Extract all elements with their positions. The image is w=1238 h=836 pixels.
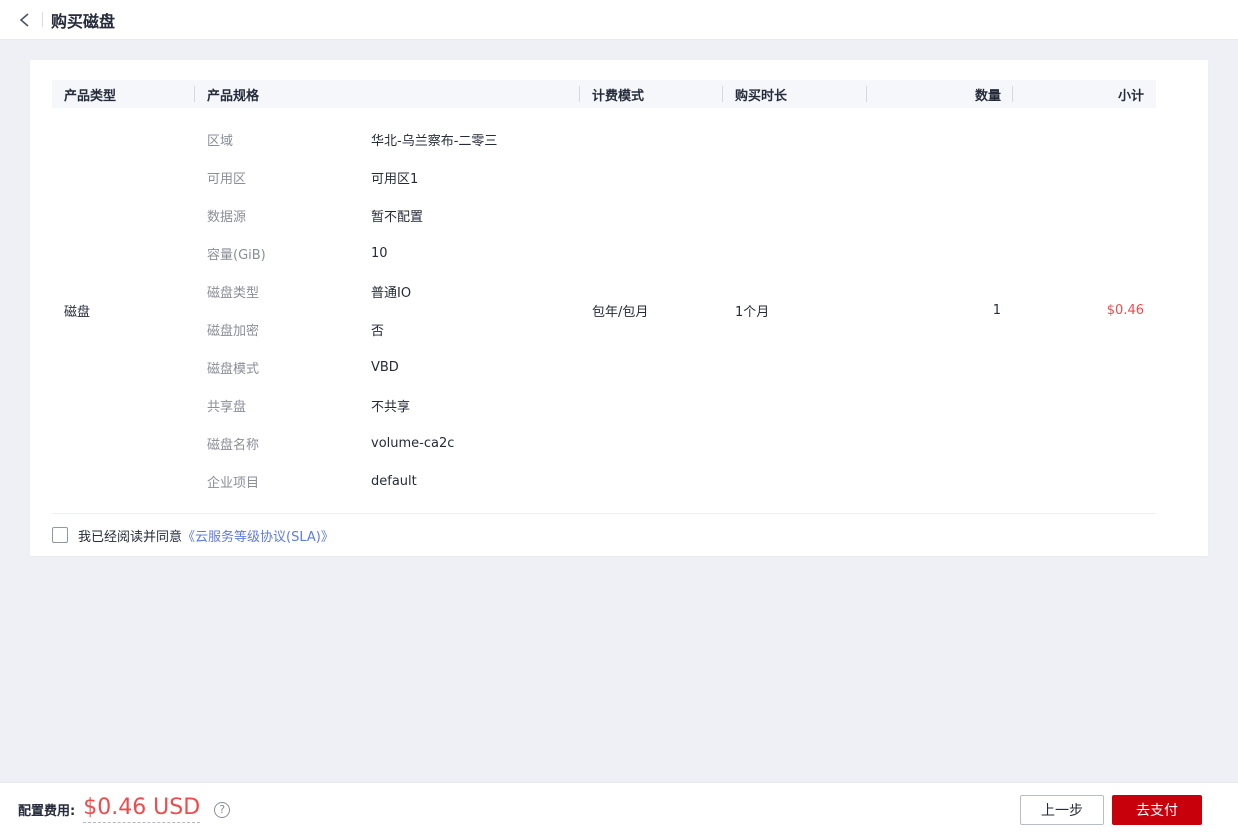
- previous-step-button[interactable]: 上一步: [1020, 794, 1104, 825]
- spec-label: 磁盘加密: [207, 323, 260, 339]
- config-cost-label: 配置费用:: [18, 804, 76, 819]
- back-icon[interactable]: [14, 9, 36, 31]
- help-question-icon[interactable]: ?: [214, 801, 231, 818]
- spec-row-encryption: 磁盘加密 否: [195, 310, 580, 348]
- spec-value: 可用区1: [371, 171, 419, 187]
- spec-row-az: 可用区 可用区1: [195, 158, 580, 196]
- config-cost-price: $0.46 USD: [83, 795, 201, 824]
- table-row-disk: 磁盘 区域 华北-乌兰察布-二零三 可用区 可用区1 数据源 暂不配置 容量(G…: [52, 108, 1156, 513]
- spec-value: 普通IO: [371, 285, 412, 301]
- page-header: 购买磁盘: [0, 0, 1238, 40]
- page-title: 购买磁盘: [51, 11, 116, 31]
- spec-label: 磁盘名称: [207, 437, 260, 453]
- spec-label: 磁盘模式: [207, 361, 260, 377]
- spec-row-disk-mode: 磁盘模式 VBD: [195, 348, 580, 386]
- spec-value: VBD: [371, 359, 399, 375]
- main-content: 产品类型 产品规格 计费模式 购买时长 数量 小计 磁盘 区域 华北-乌兰察布-…: [0, 40, 1238, 781]
- spec-row-enterprise-project: 企业项目 default: [195, 462, 580, 500]
- order-table: 产品类型 产品规格 计费模式 购买时长 数量 小计 磁盘 区域 华北-乌兰察布-…: [52, 80, 1156, 513]
- spec-value: 不共享: [371, 399, 411, 415]
- spec-value: default: [371, 473, 417, 489]
- col-header-billing-mode: 计费模式: [580, 80, 723, 108]
- spec-label: 容量(GiB): [207, 247, 266, 263]
- spec-row-region: 区域 华北-乌兰察布-二零三: [195, 120, 580, 158]
- cell-duration: 1个月: [735, 305, 770, 320]
- col-header-subtotal: 小计: [1117, 88, 1144, 104]
- cell-product-type: 磁盘: [64, 305, 91, 320]
- order-summary-card: 产品类型 产品规格 计费模式 购买时长 数量 小计 磁盘 区域 华北-乌兰察布-…: [30, 60, 1208, 556]
- spec-row-disk-name: 磁盘名称 volume-ca2c: [195, 424, 580, 462]
- col-header-duration: 购买时长: [723, 80, 867, 108]
- spec-row-shared: 共享盘 不共享: [195, 386, 580, 424]
- chevron-left-icon: [19, 12, 29, 27]
- table-header-row: 产品类型 产品规格 计费模式 购买时长 数量 小计: [52, 80, 1156, 108]
- agreement-row: 我已经阅读并同意 《云服务等级协议(SLA)》: [52, 513, 1156, 556]
- agreement-text: 我已经阅读并同意: [78, 529, 183, 545]
- cell-subtotal: $0.46: [1106, 303, 1144, 318]
- spec-label: 企业项目: [207, 475, 260, 491]
- spec-row-disk-type: 磁盘类型 普通IO: [195, 272, 580, 310]
- col-header-quantity: 数量: [867, 80, 1013, 108]
- spec-value: 暂不配置: [371, 209, 424, 225]
- cell-product-specs: 区域 华北-乌兰察布-二零三 可用区 可用区1 数据源 暂不配置 容量(GiB)…: [195, 108, 580, 513]
- footer-bar: 配置费用: $0.46 USD ? 上一步 去支付: [0, 782, 1238, 836]
- header-divider: [42, 12, 43, 27]
- col-header-product-type: 产品类型: [52, 80, 195, 108]
- agreement-checkbox[interactable]: [52, 527, 68, 543]
- spec-value: volume-ca2c: [371, 435, 455, 451]
- go-to-pay-button[interactable]: 去支付: [1112, 794, 1202, 825]
- sla-agreement-link[interactable]: 《云服务等级协议(SLA)》: [182, 526, 334, 545]
- col-header-product-spec: 产品规格: [195, 80, 580, 108]
- spec-label: 数据源: [207, 209, 247, 225]
- spec-label: 磁盘类型: [207, 285, 260, 301]
- cell-quantity: 1: [992, 303, 1001, 318]
- spec-label: 共享盘: [207, 399, 247, 415]
- spec-label: 区域: [207, 133, 234, 149]
- spec-value: 否: [371, 323, 385, 339]
- spec-value: 华北-乌兰察布-二零三: [371, 133, 498, 149]
- spec-label: 可用区: [207, 171, 247, 187]
- spec-value: 10: [371, 245, 388, 261]
- spec-row-data-source: 数据源 暂不配置: [195, 196, 580, 234]
- spec-row-capacity: 容量(GiB) 10: [195, 234, 580, 272]
- cell-billing-mode: 包年/包月: [592, 305, 649, 320]
